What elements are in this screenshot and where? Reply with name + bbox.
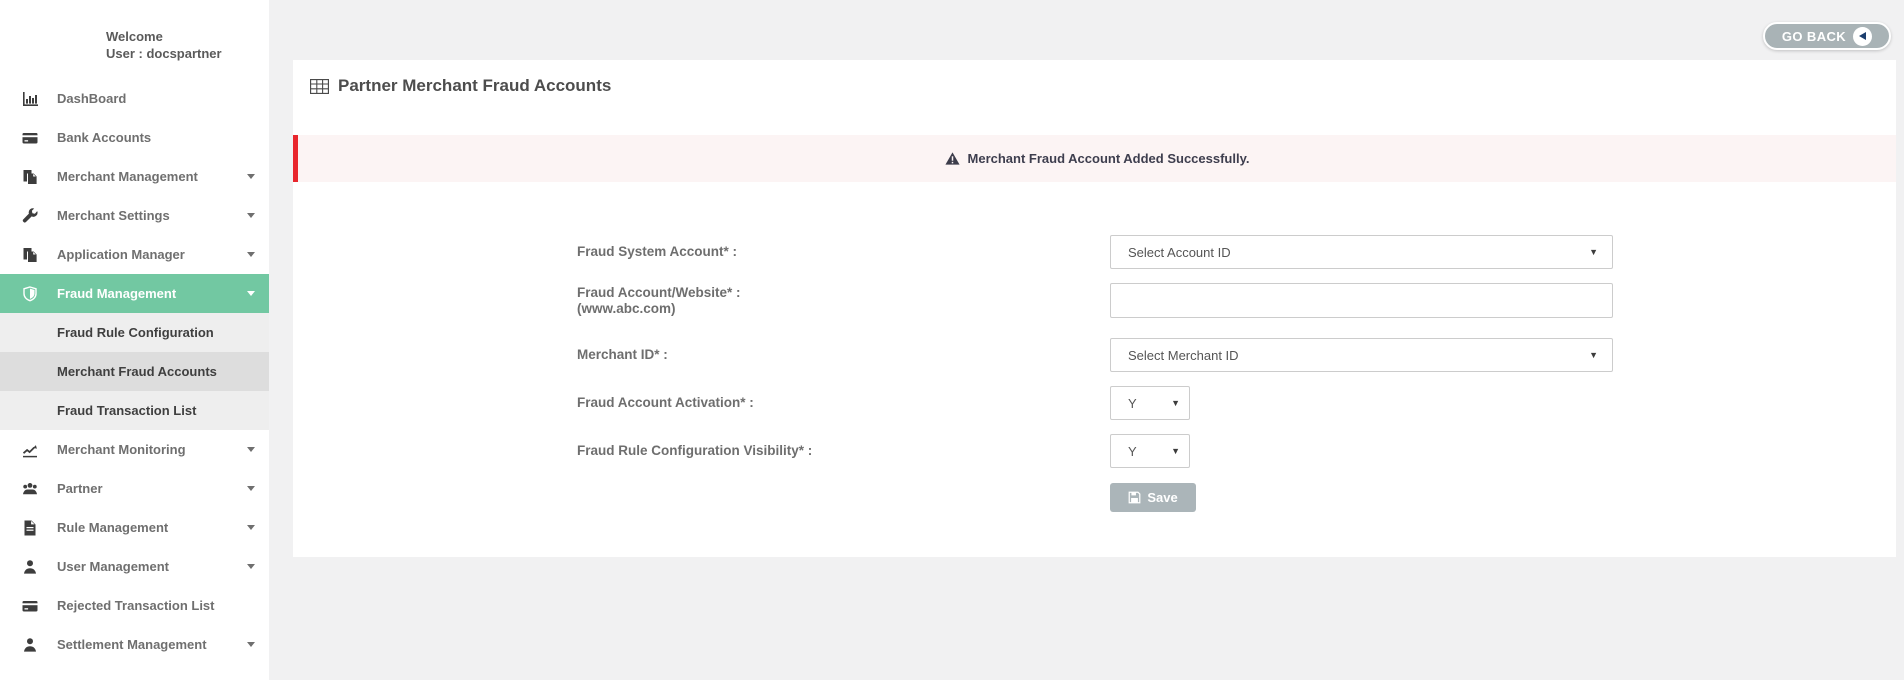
shield-icon <box>20 286 40 302</box>
sidebar-item-user-management[interactable]: User Management <box>0 547 269 586</box>
sidebar-item-partner[interactable]: Partner <box>0 469 269 508</box>
welcome-block: Welcome User : docspartner <box>0 0 269 62</box>
sidebar-item-label: Partner <box>57 481 103 496</box>
page-title-text: Partner Merchant Fraud Accounts <box>338 76 611 96</box>
save-button[interactable]: Save <box>1110 483 1196 512</box>
sidebar-item-label: Merchant Management <box>57 169 198 184</box>
sidebar-item-merchant-monitoring[interactable]: Merchant Monitoring <box>0 430 269 469</box>
content-panel: Partner Merchant Fraud Accounts Merchant… <box>293 60 1896 557</box>
go-back-label: GO BACK <box>1782 29 1846 44</box>
sidebar-item-merchant-fraud-accounts[interactable]: Merchant Fraud Accounts <box>0 352 269 391</box>
sidebar-item-fraud-management[interactable]: Fraud Management <box>0 274 269 313</box>
sidebar-item-label: Merchant Monitoring <box>57 442 186 457</box>
sidebar-item-dashboard[interactable]: DashBoard <box>0 79 269 118</box>
sidebar-item-label: Fraud Management <box>57 286 176 301</box>
sidebar-item-label: Fraud Rule Configuration <box>57 325 214 340</box>
fraud-account-website-label: Fraud Account/Website* : (www.abc.com) <box>577 285 1110 317</box>
save-button-label: Save <box>1147 490 1177 505</box>
warning-icon <box>945 152 960 165</box>
alert-message: Merchant Fraud Account Added Successfull… <box>968 151 1250 166</box>
user-icon <box>20 559 40 575</box>
select-value: Select Account ID <box>1128 245 1231 260</box>
chevron-down-icon: ▼ <box>1171 446 1180 456</box>
sidebar-item-fraud-transaction-list[interactable]: Fraud Transaction List <box>0 391 269 430</box>
back-arrow-icon <box>1853 27 1872 46</box>
fraud-rule-visibility-select[interactable]: Y ▼ <box>1110 434 1190 468</box>
sidebar-item-label: Merchant Settings <box>57 208 170 223</box>
chevron-down-icon <box>247 564 255 569</box>
sidebar-item-merchant-settings[interactable]: Merchant Settings <box>0 196 269 235</box>
file-text-icon <box>20 520 40 536</box>
field-row-fraud-account-website: Fraud Account/Website* : (www.abc.com) <box>577 283 1896 318</box>
sidebar-item-label: Settlement Management <box>57 637 207 652</box>
sidebar-item-label: DashBoard <box>57 91 126 106</box>
chevron-down-icon <box>247 213 255 218</box>
table-icon <box>310 79 329 94</box>
field-row-fraud-system-account: Fraud System Account* : Select Account I… <box>577 235 1896 269</box>
field-row-fraud-account-activation: Fraud Account Activation* : Y ▼ <box>577 387 1896 419</box>
fraud-account-website-input[interactable] <box>1110 283 1613 318</box>
select-value: Select Merchant ID <box>1128 348 1239 363</box>
sidebar-item-label: Merchant Fraud Accounts <box>57 364 217 379</box>
fraud-account-activation-select[interactable]: Y ▼ <box>1110 386 1190 420</box>
credit-card-icon <box>20 130 40 146</box>
sidebar-item-settlement-management[interactable]: Settlement Management <box>0 625 269 664</box>
fraud-rule-visibility-label: Fraud Rule Configuration Visibility* : <box>577 443 1110 459</box>
sidebar-item-bank-accounts[interactable]: Bank Accounts <box>0 118 269 157</box>
sidebar-item-application-manager[interactable]: Application Manager <box>0 235 269 274</box>
sidebar-item-label: Rejected Transaction List <box>57 598 215 613</box>
chevron-down-icon <box>247 486 255 491</box>
sidebar-item-rejected-transaction-list[interactable]: Rejected Transaction List <box>0 586 269 625</box>
chevron-down-icon: ▼ <box>1171 398 1180 408</box>
success-alert: Merchant Fraud Account Added Successfull… <box>293 135 1896 182</box>
fraud-account-activation-label: Fraud Account Activation* : <box>577 395 1110 411</box>
line-chart-icon <box>20 442 40 458</box>
chevron-down-icon <box>247 291 255 296</box>
chevron-down-icon <box>247 447 255 452</box>
wrench-icon <box>20 208 40 224</box>
copy-icon <box>20 169 40 185</box>
chevron-down-icon <box>247 252 255 257</box>
sidebar-item-fraud-rule-configuration[interactable]: Fraud Rule Configuration <box>0 313 269 352</box>
sidebar-item-label: Fraud Transaction List <box>57 403 196 418</box>
credit-card-icon <box>20 598 40 614</box>
users-icon <box>20 481 40 497</box>
fraud-system-account-label: Fraud System Account* : <box>577 244 1110 260</box>
sidebar-item-label: User Management <box>57 559 169 574</box>
select-value: Y <box>1128 396 1137 411</box>
field-row-save: Save <box>577 483 1896 512</box>
page-title: Partner Merchant Fraud Accounts <box>310 76 611 96</box>
sidebar-item-label: Application Manager <box>57 247 185 262</box>
chevron-down-icon <box>247 525 255 530</box>
chevron-down-icon <box>247 174 255 179</box>
user-icon <box>20 637 40 653</box>
merchant-id-label: Merchant ID* : <box>577 347 1110 363</box>
welcome-user: User : docspartner <box>106 45 269 62</box>
sidebar-nav: DashBoard Bank Accounts Merchant Managem… <box>0 79 269 664</box>
sidebar-item-label: Bank Accounts <box>57 130 151 145</box>
field-row-fraud-rule-visibility: Fraud Rule Configuration Visibility* : Y… <box>577 435 1896 467</box>
fraud-account-website-hint: (www.abc.com) <box>577 301 1110 317</box>
floppy-icon <box>1128 491 1141 504</box>
chevron-down-icon: ▼ <box>1589 247 1598 257</box>
bar-chart-icon <box>20 91 40 107</box>
chevron-down-icon: ▼ <box>1589 350 1598 360</box>
chevron-down-icon <box>247 642 255 647</box>
fraud-system-account-select[interactable]: Select Account ID ▼ <box>1110 235 1613 269</box>
copy-icon <box>20 247 40 263</box>
select-value: Y <box>1128 444 1137 459</box>
sidebar-item-merchant-management[interactable]: Merchant Management <box>0 157 269 196</box>
welcome-text: Welcome <box>106 28 269 45</box>
field-row-merchant-id: Merchant ID* : Select Merchant ID ▼ <box>577 338 1896 372</box>
sidebar-item-label: Rule Management <box>57 520 168 535</box>
go-back-button[interactable]: GO BACK <box>1763 22 1891 50</box>
sidebar-item-rule-management[interactable]: Rule Management <box>0 508 269 547</box>
sidebar: Welcome User : docspartner DashBoard Ban… <box>0 0 269 680</box>
merchant-id-select[interactable]: Select Merchant ID ▼ <box>1110 338 1613 372</box>
